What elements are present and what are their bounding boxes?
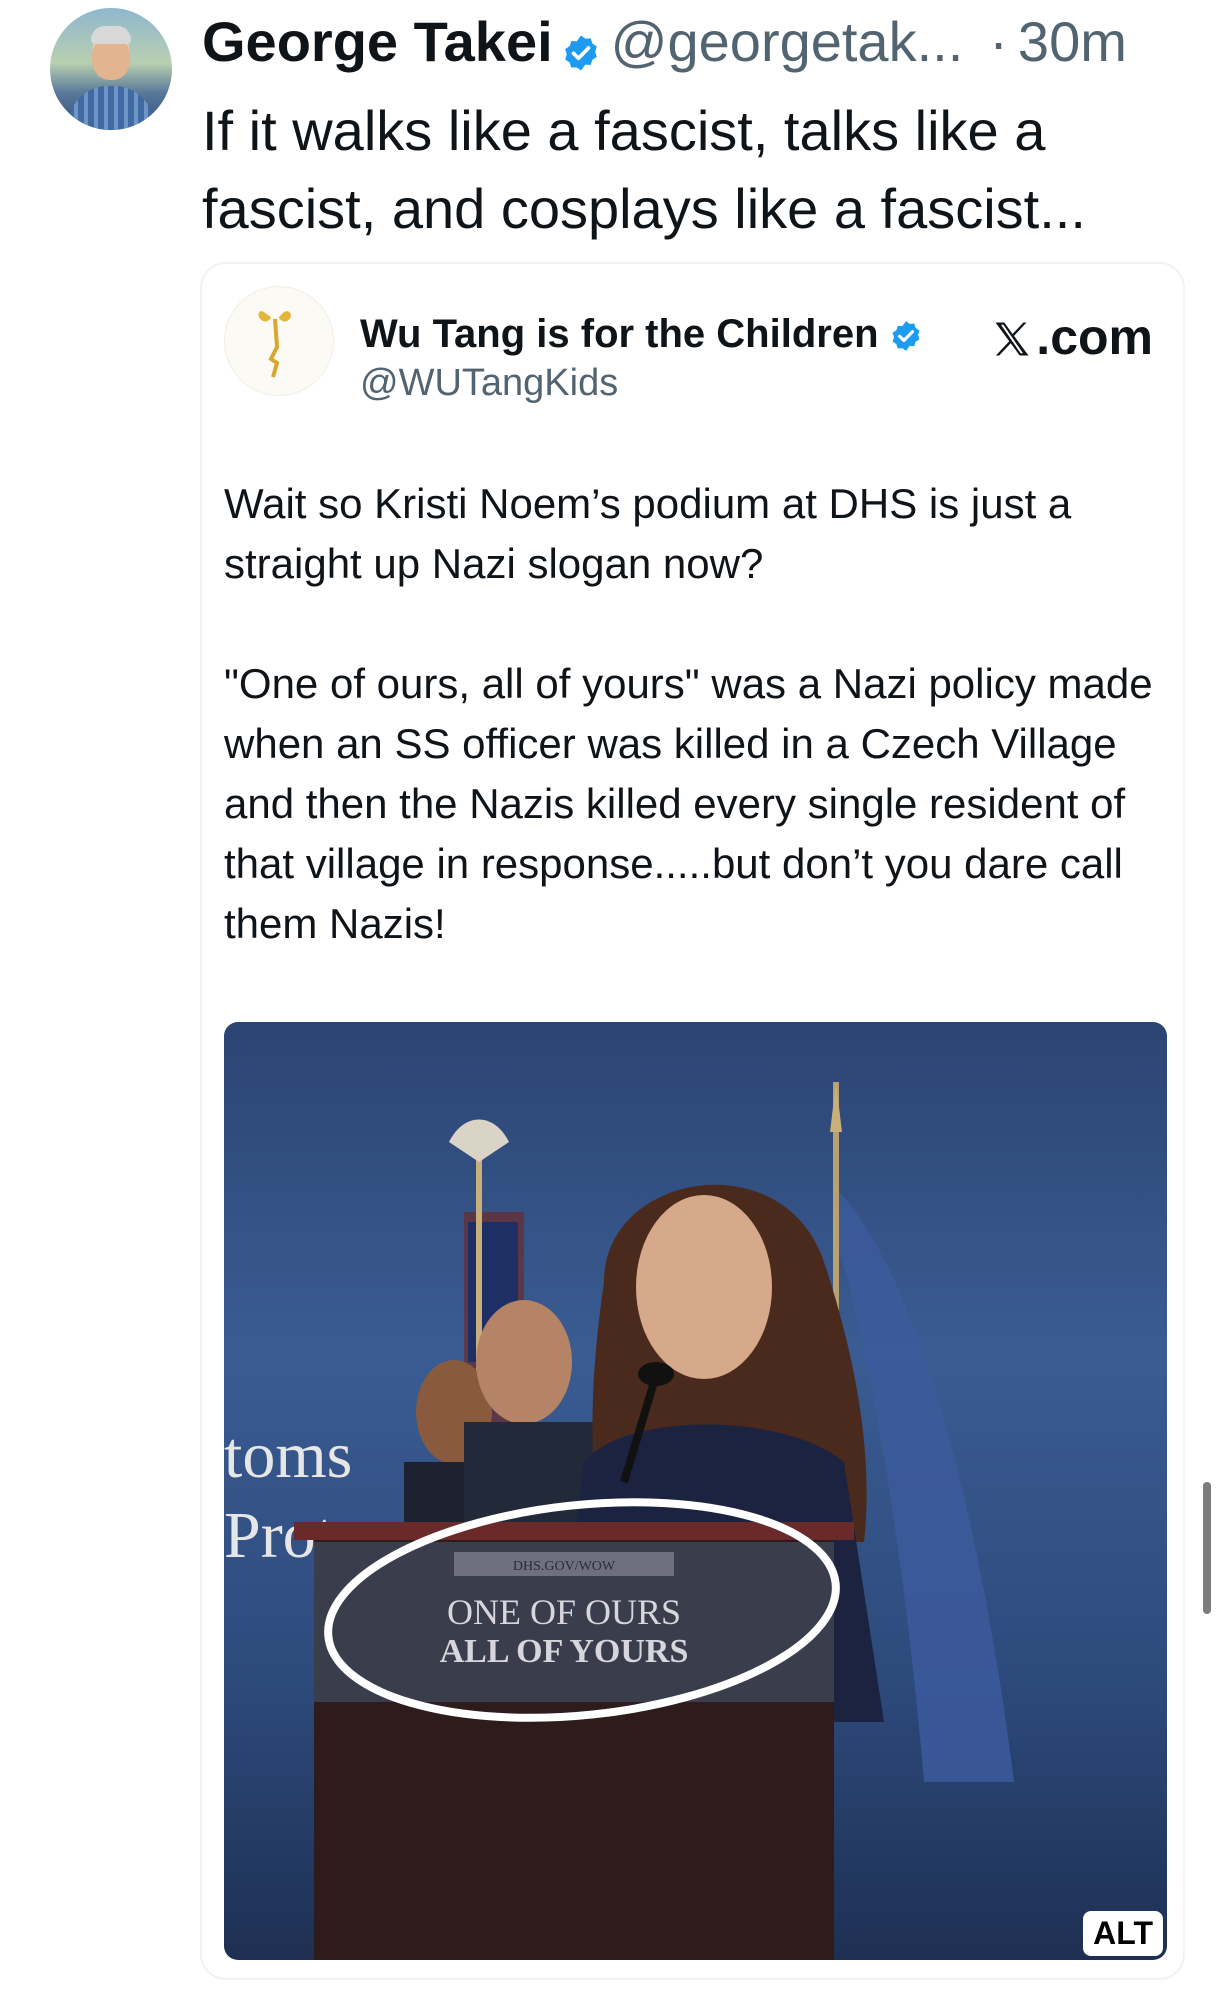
embedded-paragraph-2: "One of ours, all of yours" was a Nazi p… — [224, 660, 1153, 947]
post-page: George Takei @georgetak... · 30m If it w… — [0, 0, 1229, 2000]
podium-line-2: ALL OF YOURS — [440, 1633, 689, 1670]
podium-url: DHS.GOV/WOW — [513, 1559, 616, 1574]
source-domain: .com — [1036, 309, 1153, 365]
alt-text-badge[interactable]: ALT — [1083, 1911, 1163, 1956]
author-avatar[interactable] — [50, 8, 172, 130]
embedded-author-avatar — [224, 286, 334, 396]
separator-dot: · — [989, 9, 1008, 73]
verified-badge-icon — [889, 318, 923, 352]
wu-tang-flower-icon — [258, 311, 291, 378]
embedded-paragraph-1: Wait so Kristi Noem’s podium at DHS is j… — [224, 480, 1072, 587]
embedded-handle: @WUTangKids — [360, 362, 619, 404]
x-logo-icon — [990, 315, 1034, 359]
author-handle[interactable]: @georgetak... — [611, 9, 964, 74]
embedded-post-card[interactable]: Wu Tang is for the Children @WUTangKids … — [200, 262, 1185, 1980]
post-text: If it walks like a fascist, talks like a… — [202, 99, 1086, 240]
embedded-photo[interactable]: toms Prot DHS.GOV/WOW ONE OF OURS ALL OF… — [224, 1022, 1167, 1960]
post-timestamp[interactable]: 30m — [1018, 9, 1127, 74]
post-header: George Takei @georgetak... · 30m — [202, 8, 1127, 74]
verified-badge-icon — [561, 21, 601, 71]
background-sign-text: toms — [224, 1419, 352, 1492]
scrollbar[interactable] — [1203, 1482, 1211, 1614]
press-conference-photo: toms Prot DHS.GOV/WOW ONE OF OURS ALL OF… — [224, 1082, 1014, 1960]
embedded-post-text: Wait so Kristi Noem’s podium at DHS is j… — [224, 474, 1164, 954]
podium-line-1: ONE OF OURS — [447, 1592, 681, 1632]
author-display-name[interactable]: George Takei — [202, 9, 553, 74]
embedded-author-name-row: Wu Tang is for the Children — [360, 312, 923, 357]
source-label: .com — [990, 308, 1153, 366]
embedded-display-name: Wu Tang is for the Children — [360, 312, 879, 356]
